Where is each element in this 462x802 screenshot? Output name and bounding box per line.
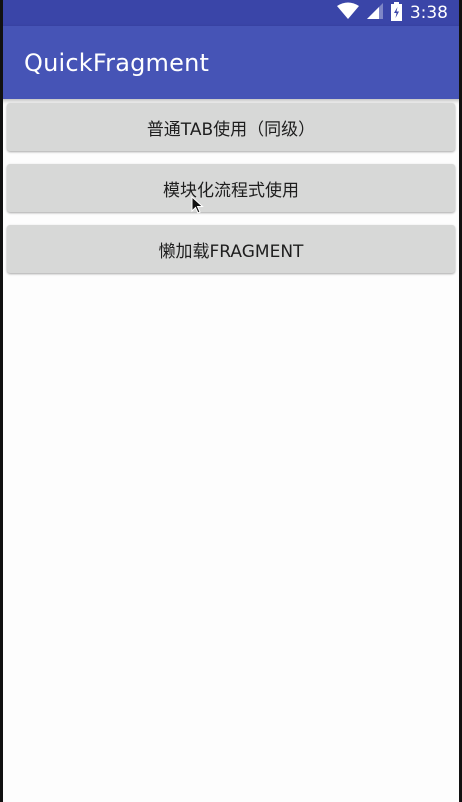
cell-signal-icon [366, 3, 383, 23]
mouse-cursor-icon [191, 195, 205, 214]
modular-flow-button[interactable]: 模块化流程式使用 [7, 164, 455, 212]
status-bar: 3:38 [0, 0, 462, 26]
app-bar: QuickFragment [0, 26, 462, 99]
phone-screen: 3:38 QuickFragment 普通TAB使用（同级） 模块化流程式使用 … [0, 0, 462, 802]
normal-tab-button[interactable]: 普通TAB使用（同级） [7, 103, 455, 151]
battery-charging-icon [390, 1, 402, 25]
button-list: 普通TAB使用（同级） 模块化流程式使用 懒加载FRAGMENT [7, 103, 455, 286]
app-title: QuickFragment [24, 48, 210, 77]
status-time: 3:38 [409, 3, 448, 23]
frame-edge-left [0, 0, 3, 802]
wifi-icon [336, 2, 359, 24]
lazy-load-fragment-button[interactable]: 懒加载FRAGMENT [7, 225, 455, 273]
